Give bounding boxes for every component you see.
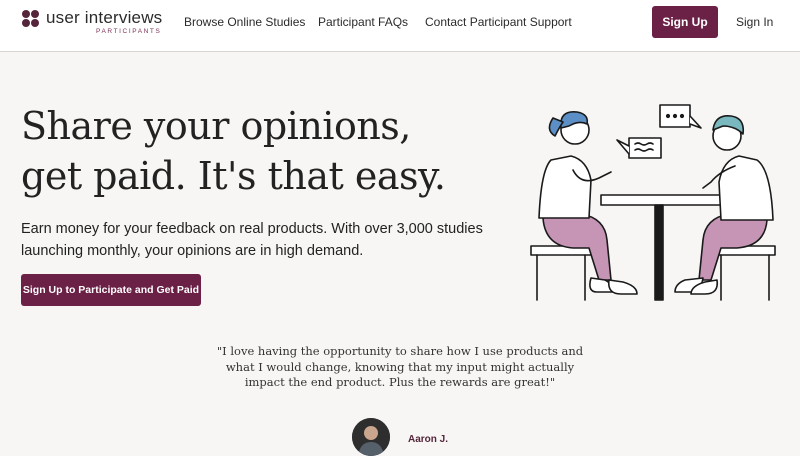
speech-bubble-dots-icon — [659, 104, 702, 129]
logo-mark-icon — [22, 10, 42, 30]
cta-signup-button[interactable]: Sign Up to Participate and Get Paid — [21, 274, 201, 306]
testimonial-author: Aaron J. — [408, 434, 449, 445]
hero-illustration — [530, 104, 776, 301]
hero-title-line-1: Share your opinions, — [21, 104, 411, 148]
hero-title: Share your opinions, get paid. It's that… — [21, 101, 446, 201]
site-header: user interviews PARTICIPANTS Browse Onli… — [0, 0, 800, 52]
nav-browse-studies[interactable]: Browse Online Studies — [184, 15, 305, 29]
brand-name: user interviews — [46, 8, 163, 27]
brand-subtitle: PARTICIPANTS — [96, 28, 162, 35]
hero-description: Earn money for your feedback on real pro… — [21, 221, 483, 259]
testimonial-avatar — [352, 418, 390, 456]
signup-button[interactable]: Sign Up — [652, 6, 718, 38]
signin-link[interactable]: Sign In — [736, 15, 773, 29]
testimonial-quote: "I love having the opportunity to share … — [216, 344, 584, 389]
nav-participant-faqs[interactable]: Participant FAQs — [318, 15, 408, 29]
hero-title-line-2: get paid. It's that easy. — [21, 154, 446, 198]
speech-bubble-lines-icon — [616, 137, 662, 159]
nav-contact-support[interactable]: Contact Participant Support — [425, 15, 572, 29]
brand-logo[interactable]: user interviews PARTICIPANTS — [22, 8, 172, 42]
